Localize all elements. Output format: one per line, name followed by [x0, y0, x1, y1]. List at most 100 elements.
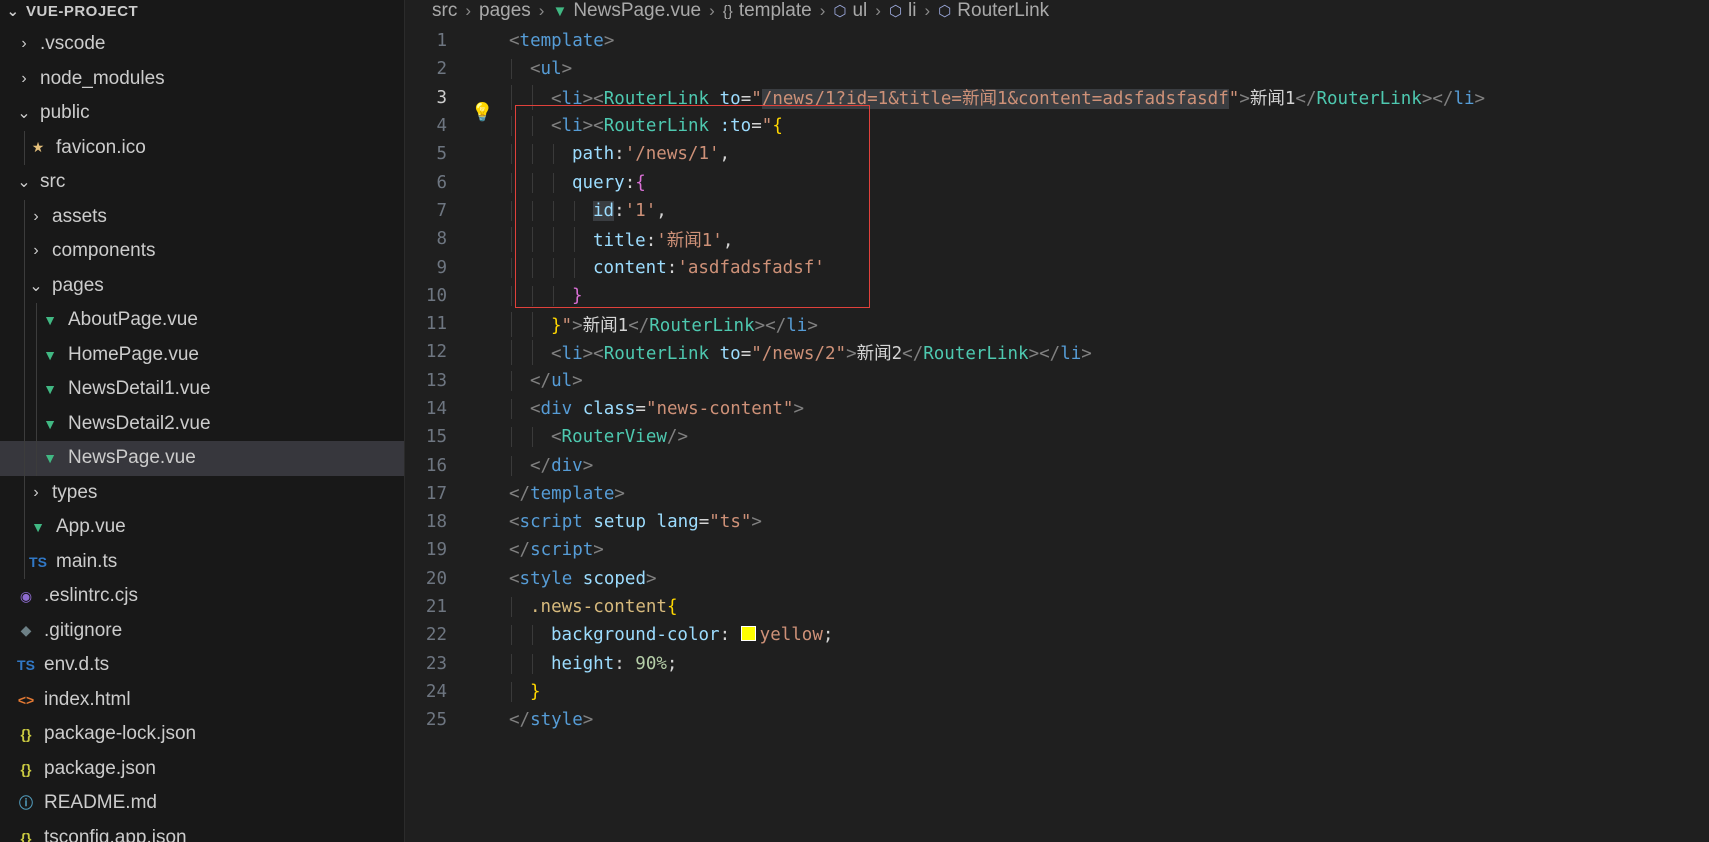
chevron-right-icon[interactable]: ›: [26, 208, 46, 226]
breadcrumb-item-src[interactable]: src: [432, 0, 457, 22]
explorer-item-gitignore[interactable]: ◆ .gitignore: [0, 614, 404, 649]
color-swatch[interactable]: [740, 626, 756, 642]
breadcrumb-item-template[interactable]: {} template: [723, 0, 812, 22]
code-token: :: [614, 653, 636, 674]
code-token: RouterLink: [603, 343, 710, 364]
chevron-right-icon[interactable]: ›: [14, 35, 34, 53]
code-token: =: [740, 343, 752, 364]
code-token: <: [509, 512, 520, 533]
chevron-right-icon[interactable]: ›: [14, 70, 34, 88]
explorer-item-main-ts[interactable]: TS main.ts: [0, 544, 404, 579]
explorer-item-package-lock-json[interactable]: {} package-lock.json: [0, 717, 404, 752]
explorer-item-types[interactable]: › types: [0, 475, 404, 510]
code-line[interactable]: 8 title:'新闻1',: [405, 225, 1705, 253]
explorer-item-env-d-ts[interactable]: TS env.d.ts: [0, 648, 404, 683]
breadcrumb-item-newspage-vue[interactable]: ▼ NewsPage.vue: [552, 0, 701, 22]
explorer-item-readme-md[interactable]: ⓘ README.md: [0, 786, 404, 821]
breadcrumb-item-routerlink[interactable]: ⬡ RouterLink: [938, 0, 1049, 22]
code-line[interactable]: 20 <style scoped>: [405, 565, 1705, 593]
explorer-item-vscode[interactable]: › .vscode: [0, 27, 404, 62]
code-line[interactable]: 21 .news-content{: [405, 593, 1705, 621]
code-line[interactable]: 11}">新闻1</RouterLink></li>: [405, 310, 1705, 338]
code-line[interactable]: 4 <li><RouterLink :to="{: [405, 112, 1705, 140]
explorer-item-eslintrc-cjs[interactable]: ◉ .eslintrc.cjs: [0, 579, 404, 614]
explorer-item-app-vue[interactable]: ▼ App.vue: [0, 510, 404, 545]
code-editor[interactable]: src › pages › ▼ NewsPage.vue › {} template › ⬡ ul › ⬡…: [405, 0, 1709, 842]
chevron-right-icon: ›: [875, 1, 881, 20]
breadcrumb-item-li[interactable]: ⬡ li: [889, 0, 917, 22]
code-text: <RouterView/>: [509, 427, 688, 448]
code-area[interactable]: 1 <template> 2 <ul> 3 💡 <li><RouterLink to="/n…: [405, 27, 1705, 734]
code-line[interactable]: 22 background-color: yellow;: [405, 621, 1705, 649]
code-line[interactable]: 13 </ul>: [405, 367, 1705, 395]
code-line[interactable]: 17 </template>: [405, 480, 1705, 508]
explorer-item-index-html[interactable]: <> index.html: [0, 683, 404, 718]
code-token: <: [551, 427, 562, 448]
breadcrumb-item-pages[interactable]: pages: [479, 0, 531, 22]
code-line[interactable]: 10}: [405, 282, 1705, 310]
code-token: title: [593, 230, 646, 251]
chevron-down-icon[interactable]: ⌄: [26, 276, 46, 296]
explorer-item-src[interactable]: ⌄ src: [0, 165, 404, 200]
code-line[interactable]: 14 <div class="news-content">: [405, 395, 1705, 423]
code-token: </: [530, 455, 552, 476]
code-line[interactable]: 9 content:'asdfadsfadsf': [405, 253, 1705, 281]
code-line[interactable]: 6 query:{: [405, 168, 1705, 196]
code-line[interactable]: 3 💡 <li><RouterLink to="/news/1?id=1&title…: [405, 84, 1705, 123]
code-line[interactable]: 24}: [405, 678, 1705, 706]
explorer-item-package-json[interactable]: {} package.json: [0, 752, 404, 787]
chevron-down-icon[interactable]: ⌄: [14, 172, 34, 192]
chevron-down-icon[interactable]: ⌄: [14, 103, 34, 123]
code-token: ": [1228, 89, 1240, 110]
code-line[interactable]: 23 height: 90%;: [405, 650, 1705, 678]
indent-guide: [511, 311, 512, 337]
explorer-item-components[interactable]: › components: [0, 234, 404, 269]
code-line[interactable]: 5 path:'/news/1',: [405, 140, 1705, 168]
explorer-item-tsconfig-app-json[interactable]: {} tsconfig.app.json: [0, 821, 404, 842]
code-line[interactable]: 19 </script>: [405, 536, 1705, 564]
code-line[interactable]: 16 </div>: [405, 451, 1705, 479]
code-line[interactable]: 7 id:'1',: [405, 197, 1705, 225]
explorer-item-aboutpage-vue[interactable]: ▼ AboutPage.vue: [0, 303, 404, 338]
explorer-item-favicon-ico[interactable]: ★ favicon.ico: [0, 130, 404, 165]
indent-guide: [511, 59, 512, 80]
explorer-item-node-modules[interactable]: › node_modules: [0, 62, 404, 97]
json-icon: {}: [20, 829, 32, 842]
code-line[interactable]: 12 <li><RouterLink to="/news/2">新闻2</Rout…: [405, 338, 1705, 366]
code-token: <: [509, 31, 520, 52]
explorer-item-newspage-vue[interactable]: ▼ NewsPage.vue: [0, 441, 404, 476]
breadcrumb-label: pages: [479, 0, 531, 21]
code-token: ": [561, 315, 573, 336]
code-token: ,: [719, 144, 731, 165]
indent-guide: [24, 199, 25, 234]
code-text: path:'/news/1',: [509, 144, 731, 165]
indent-guide: [511, 597, 512, 618]
code-token: :: [645, 230, 657, 251]
breadcrumb-item-ul[interactable]: ⬡ ul: [833, 0, 867, 22]
explorer-item-homepage-vue[interactable]: ▼ HomePage.vue: [0, 337, 404, 372]
indent-guide: [532, 311, 533, 337]
chevron-right-icon[interactable]: ›: [26, 484, 46, 502]
explorer-item-label: App.vue: [56, 516, 126, 538]
code-line[interactable]: 2 <ul>: [405, 55, 1705, 83]
code-line[interactable]: 15 <RouterView/>: [405, 423, 1705, 451]
explorer-project-header[interactable]: ⌄ VUE-PROJECT: [0, 0, 404, 22]
explorer-item-pages[interactable]: ⌄ pages: [0, 268, 404, 303]
line-number: 2: [436, 59, 447, 80]
code-token: '新闻1': [656, 230, 723, 251]
chevron-right-icon[interactable]: ›: [26, 242, 46, 260]
indent-guide: [24, 234, 25, 269]
code-token: path: [572, 144, 615, 165]
explorer-item-newsdetail1-vue[interactable]: ▼ NewsDetail1.vue: [0, 372, 404, 407]
code-line[interactable]: 25 </style>: [405, 706, 1705, 734]
indent-guide: [511, 116, 512, 137]
code-token: {: [772, 116, 783, 137]
code-token: ul: [540, 59, 562, 80]
explorer-item-newsdetail2-vue[interactable]: ▼ NewsDetail2.vue: [0, 406, 404, 441]
explorer-item-assets[interactable]: › assets: [0, 199, 404, 234]
code-line[interactable]: 1 <template>: [405, 27, 1705, 55]
code-line[interactable]: 18 <script setup lang="ts">: [405, 508, 1705, 536]
line-number: 1: [436, 31, 447, 52]
explorer-item-public[interactable]: ⌄ public: [0, 96, 404, 131]
